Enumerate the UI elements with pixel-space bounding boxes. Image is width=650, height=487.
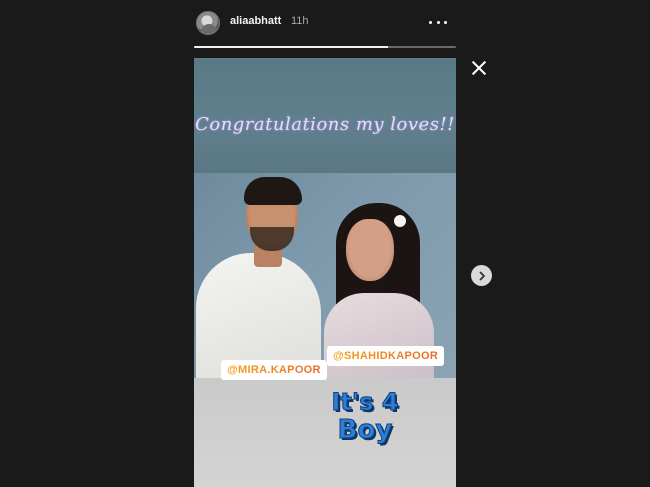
sticker-line-1: It's 4 <box>331 388 399 417</box>
mention-label: @MIRA.KAPOOR <box>227 360 321 380</box>
more-dot <box>436 20 440 24</box>
more-horizontal-icon <box>429 20 432 24</box>
its-a-boy-sticker: It's 4 Boy <box>320 388 410 445</box>
hair-accessory <box>394 215 406 227</box>
man-hair <box>244 177 302 205</box>
story-caption: Congratulations my loves!! <box>195 114 455 135</box>
mention-tag-shahid[interactable]: @SHAHIDKAPOOR <box>327 346 445 366</box>
avatar[interactable] <box>196 11 220 35</box>
sticker-line-2: Boy <box>337 415 393 445</box>
next-story-button[interactable] <box>471 265 492 286</box>
story-viewer: aliaabhatt 11h Congratulations my loves!… <box>194 0 456 487</box>
story-header: aliaabhatt 11h <box>194 0 456 58</box>
more-options-button[interactable] <box>426 12 450 32</box>
mention-tag-mira[interactable]: @MIRA.KAPOOR <box>221 360 327 380</box>
mention-label: @SHAHIDKAPOOR <box>333 346 438 366</box>
close-icon[interactable] <box>469 58 489 78</box>
chevron-right-icon <box>479 271 485 280</box>
post-time: 11h <box>291 15 309 27</box>
caption-band: Congratulations my loves!! <box>194 58 456 173</box>
more-dot <box>444 20 447 24</box>
woman-face <box>346 219 394 281</box>
story-progress-fill <box>194 46 388 48</box>
story-media[interactable]: Congratulations my loves!! @SHAHIDKAPOOR… <box>194 58 456 487</box>
username[interactable]: aliaabhatt <box>230 15 281 27</box>
story-progress-bar <box>194 46 456 48</box>
